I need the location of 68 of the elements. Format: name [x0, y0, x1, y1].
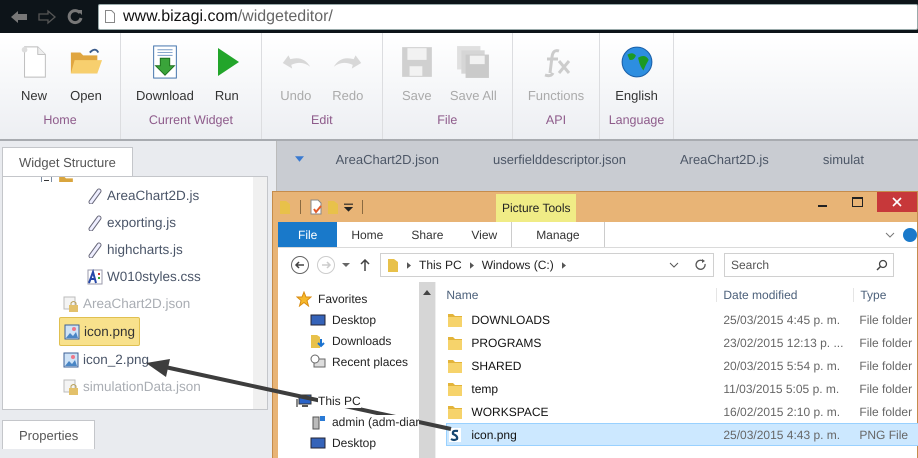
file-name: icon.png [471, 428, 517, 442]
file-date: 23/02/2015 12:13 p. ... [722, 336, 844, 350]
address-bar[interactable]: This PC Windows (C:) [380, 253, 714, 277]
breadcrumb[interactable]: This PC [419, 258, 462, 272]
file-type: File folder [858, 312, 914, 326]
editor-tab[interactable]: AreaChart2D.json [336, 152, 439, 166]
tree-item[interactable]: exporting.js [107, 215, 176, 230]
file-date: 20/03/2015 5:54 p. m. [722, 358, 842, 372]
ribbon-tab[interactable]: View [457, 222, 512, 247]
tree-item[interactable]: AreaChart2D.js [107, 188, 200, 203]
column-header[interactable]: Date modified [716, 288, 854, 302]
ribbon-button[interactable]: New [8, 41, 60, 111]
editor-tab[interactable]: simulat [822, 152, 864, 166]
nav-item[interactable]: Recent places [332, 354, 408, 368]
nav-item[interactable]: Desktop [332, 312, 376, 326]
group-label: API [546, 113, 566, 127]
tree-item[interactable]: W010styles.css [107, 269, 201, 284]
ribbon-button[interactable]: Open [60, 41, 112, 111]
ribbon-button[interactable]: Download [129, 41, 201, 111]
search-field[interactable]: Search [724, 253, 894, 277]
file-row[interactable]: PROGRAMS 23/02/2015 12:13 p. ... File folder [446, 331, 918, 354]
tree-item[interactable]: icon_2.png [83, 352, 150, 367]
ribbon-button[interactable]: English [608, 41, 665, 111]
group-label: Language [608, 113, 664, 127]
group-label: Current Widget [148, 113, 233, 127]
ribbon-tab[interactable]: File [278, 222, 338, 247]
file-name: WORKSPACE [471, 404, 548, 418]
column-header[interactable]: Name [446, 288, 716, 302]
file-row[interactable]: SHARED 20/03/2015 5:54 p. m. File folder [446, 354, 918, 377]
nav-item[interactable]: admin (adm-diar [332, 414, 420, 428]
url-text: www.bizagi.com/widgeteditor/ [123, 8, 333, 26]
group-label: File [437, 113, 458, 127]
file-name: DOWNLOADS [471, 312, 550, 326]
file-date: 25/03/2015 4:43 p. m. [722, 428, 842, 442]
file-row[interactable]: icon.png 25/03/2015 4:43 p. m. PNG File [446, 423, 918, 446]
breadcrumb[interactable]: Windows (C:) [482, 258, 554, 272]
file-name: SHARED [471, 358, 522, 372]
nav-item[interactable]: Favorites [318, 292, 368, 306]
file-row[interactable]: DOWNLOADS 25/03/2015 4:45 p. m. File folder [446, 308, 918, 331]
file-date: 11/03/2015 5:05 p. m. [722, 382, 840, 396]
ribbon-button[interactable]: Run [200, 41, 253, 111]
file-name: PROGRAMS [471, 336, 542, 350]
ribbon-tab[interactable]: Home [337, 222, 398, 247]
tree-item[interactable]: highcharts.js [107, 242, 183, 257]
file-type: File folder [858, 404, 914, 418]
editor-tab[interactable]: userfielddescriptor.json [492, 152, 626, 166]
ribbon-tab[interactable]: Manage [511, 222, 605, 247]
file-row[interactable]: temp 11/03/2015 5:05 p. m. File folder [446, 377, 918, 400]
column-header[interactable]: Type [853, 288, 918, 302]
file-name: temp [471, 382, 498, 396]
file-row[interactable]: WORKSPACE 16/02/2015 2:10 p. m. File folder [446, 400, 918, 423]
file-type: File folder [858, 336, 914, 350]
file-date: 25/03/2015 4:45 p. m. [722, 312, 842, 326]
file-type: File folder [858, 358, 914, 372]
panel-tab[interactable]: Properties [2, 420, 96, 449]
editor-tab[interactable]: AreaChart2D.js [680, 152, 769, 166]
group-label: Edit [311, 113, 333, 127]
group-label: Home [43, 113, 77, 127]
file-date: 16/02/2015 2:10 p. m. [722, 404, 842, 418]
file-type: File folder [858, 382, 914, 396]
nav-item[interactable]: This PC [318, 394, 361, 408]
nav-item[interactable]: Desktop [332, 436, 376, 450]
nav-item[interactable]: Downloads [332, 334, 392, 348]
file-type: PNG File [858, 428, 910, 442]
contextual-tab-header: Picture Tools [496, 194, 576, 222]
address-bar[interactable]: www.bizagi.com/widgeteditor/ [98, 4, 918, 30]
ribbon-tab[interactable]: Share [397, 222, 458, 247]
panel-tab[interactable]: Widget Structure [2, 147, 133, 176]
